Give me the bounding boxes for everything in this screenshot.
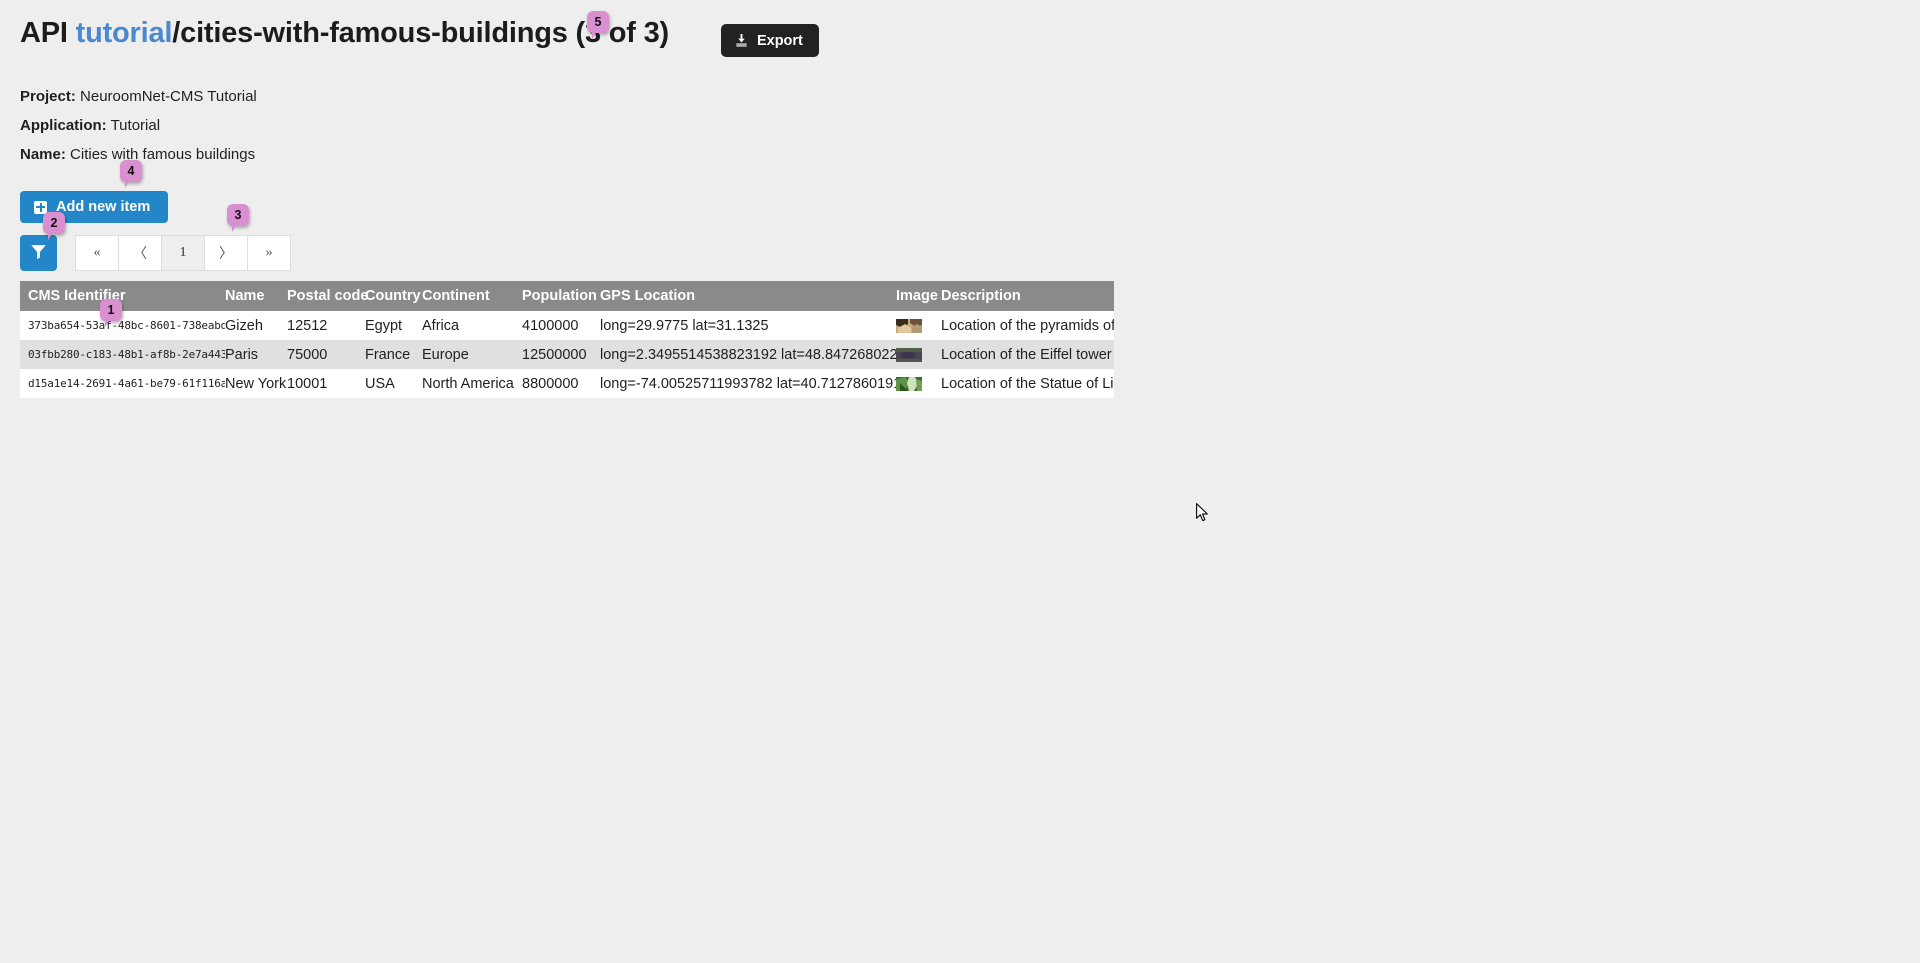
cell-population: 4100000 — [522, 317, 579, 334]
thumbnail-eiffel-tower — [896, 347, 935, 362]
column-header-cms-identifier[interactable]: CMS Identifier — [20, 281, 225, 311]
data-table: CMS Identifier Name Postal code Country … — [20, 281, 1114, 398]
pagination-next[interactable]: 〉 — [205, 235, 248, 271]
annotation-badge-4: 4 — [120, 160, 142, 188]
column-header-image[interactable]: Image — [896, 281, 941, 311]
table-row[interactable]: 373ba654-53af-48bc-8601-738eabdaea0a Giz… — [20, 311, 1114, 340]
meta-project-value: NeuroomNet-CMS Tutorial — [80, 88, 257, 105]
annotation-badge-1: 1 — [100, 299, 122, 327]
export-button-label: Export — [756, 32, 803, 49]
meta-project-label: Project: — [20, 88, 76, 105]
add-new-item-row: Add new item — [20, 169, 1380, 223]
cell-continent: Africa — [422, 317, 460, 334]
pagination-last[interactable]: » — [248, 235, 291, 271]
meta-application-row: Application: Tutorial — [20, 111, 1380, 140]
content-page: API tutorial/cities-with-famous-building… — [20, 10, 1380, 398]
export-button[interactable]: Export — [720, 24, 819, 57]
cell-continent: Europe — [422, 346, 469, 363]
cell-cms-identifier: 373ba654-53af-48bc-8601-738eabdaea0a — [28, 319, 225, 332]
table-row[interactable]: d15a1e14-2691-4a61-be79-61f116af295f New… — [20, 369, 1114, 398]
column-header-population[interactable]: Population — [522, 281, 600, 311]
cell-country: France — [365, 346, 411, 363]
meta-name-label: Name: — [20, 146, 66, 163]
pagination-prev[interactable]: 〈 — [119, 235, 162, 271]
cell-name: Paris — [225, 346, 259, 363]
meta-application-label: Application: — [20, 117, 107, 134]
cell-country: Egypt — [365, 317, 403, 334]
cell-cms-identifier: d15a1e14-2691-4a61-be79-61f116af295f — [28, 377, 225, 390]
cell-description: Location of the pyramids of Gizeh — [941, 317, 1114, 334]
cell-postal-code: 10001 — [287, 375, 328, 392]
filter-button[interactable] — [20, 235, 57, 271]
cell-gps-location: long=-74.00525711993782 lat=40.712786019… — [600, 375, 896, 392]
cell-cms-identifier: 03fbb280-c183-48b1-af8b-2e7a44359b53 — [28, 348, 225, 361]
cell-postal-code: 12512 — [287, 317, 328, 334]
pagination-first[interactable]: « — [75, 235, 119, 271]
cell-name: New York — [225, 375, 287, 392]
column-header-gps-location[interactable]: GPS Location — [600, 281, 896, 311]
cell-description: Location of the Statue of Liberty — [941, 375, 1114, 392]
funnel-icon — [30, 243, 47, 263]
column-header-description[interactable]: Description — [941, 281, 1114, 311]
thumbnail-statue-of-liberty — [896, 376, 935, 391]
table-row[interactable]: 03fbb280-c183-48b1-af8b-2e7a44359b53 Par… — [20, 340, 1114, 369]
add-new-item-label: Add new item — [56, 199, 151, 215]
page-title-link[interactable]: tutorial — [76, 17, 173, 49]
cell-continent: North America — [422, 375, 514, 392]
pagination-page-1[interactable]: 1 — [162, 235, 205, 271]
table-header: CMS Identifier Name Postal code Country … — [20, 281, 1114, 311]
annotation-badge-5: 5 — [587, 11, 609, 39]
thumbnail-pyramids-gizeh — [896, 318, 935, 333]
meta-info: Project: NeuroomNet-CMS Tutorial Applica… — [20, 82, 1380, 169]
cell-gps-location: long=29.9775 lat=31.1325 — [600, 317, 769, 334]
meta-application-value: Tutorial — [110, 117, 161, 134]
cell-population: 8800000 — [522, 375, 579, 392]
annotation-badge-2: 2 — [43, 212, 65, 240]
page-header: API tutorial/cities-with-famous-building… — [20, 10, 1380, 66]
cell-population: 12500000 — [522, 346, 587, 363]
column-header-name[interactable]: Name — [225, 281, 287, 311]
column-header-postal-code[interactable]: Postal code — [287, 281, 368, 311]
cell-image[interactable] — [896, 311, 941, 340]
cell-image[interactable] — [896, 369, 941, 398]
annotation-badge-3: 3 — [227, 204, 249, 232]
mouse-cursor — [1196, 503, 1210, 528]
table-body: 373ba654-53af-48bc-8601-738eabdaea0a Giz… — [20, 311, 1114, 398]
table-toolbar: « 〈 1 〉 » — [20, 235, 1380, 271]
page-title-prefix: API — [20, 17, 76, 49]
cell-image[interactable] — [896, 340, 941, 369]
cell-name: Gizeh — [225, 317, 263, 334]
table-header-row: CMS Identifier Name Postal code Country … — [20, 281, 1114, 311]
download-icon — [734, 33, 749, 48]
meta-project-row: Project: NeuroomNet-CMS Tutorial — [20, 82, 1380, 111]
app-root: API tutorial/cities-with-famous-building… — [0, 0, 1920, 963]
column-header-continent[interactable]: Continent — [422, 281, 522, 311]
cell-postal-code: 75000 — [287, 346, 328, 363]
cell-description: Location of the Eiffel tower — [941, 346, 1112, 363]
page-title: API tutorial/cities-with-famous-building… — [20, 10, 669, 56]
column-header-country[interactable]: Country — [365, 281, 422, 311]
meta-name-value: Cities with famous buildings — [70, 146, 256, 163]
cell-gps-location: long=2.3495514538823192 lat=48.847268022… — [600, 346, 896, 363]
cell-country: USA — [365, 375, 395, 392]
meta-name-row: Name: Cities with famous buildings — [20, 140, 1380, 169]
plus-square-icon — [34, 200, 47, 214]
pagination: « 〈 1 〉 » — [75, 235, 291, 271]
